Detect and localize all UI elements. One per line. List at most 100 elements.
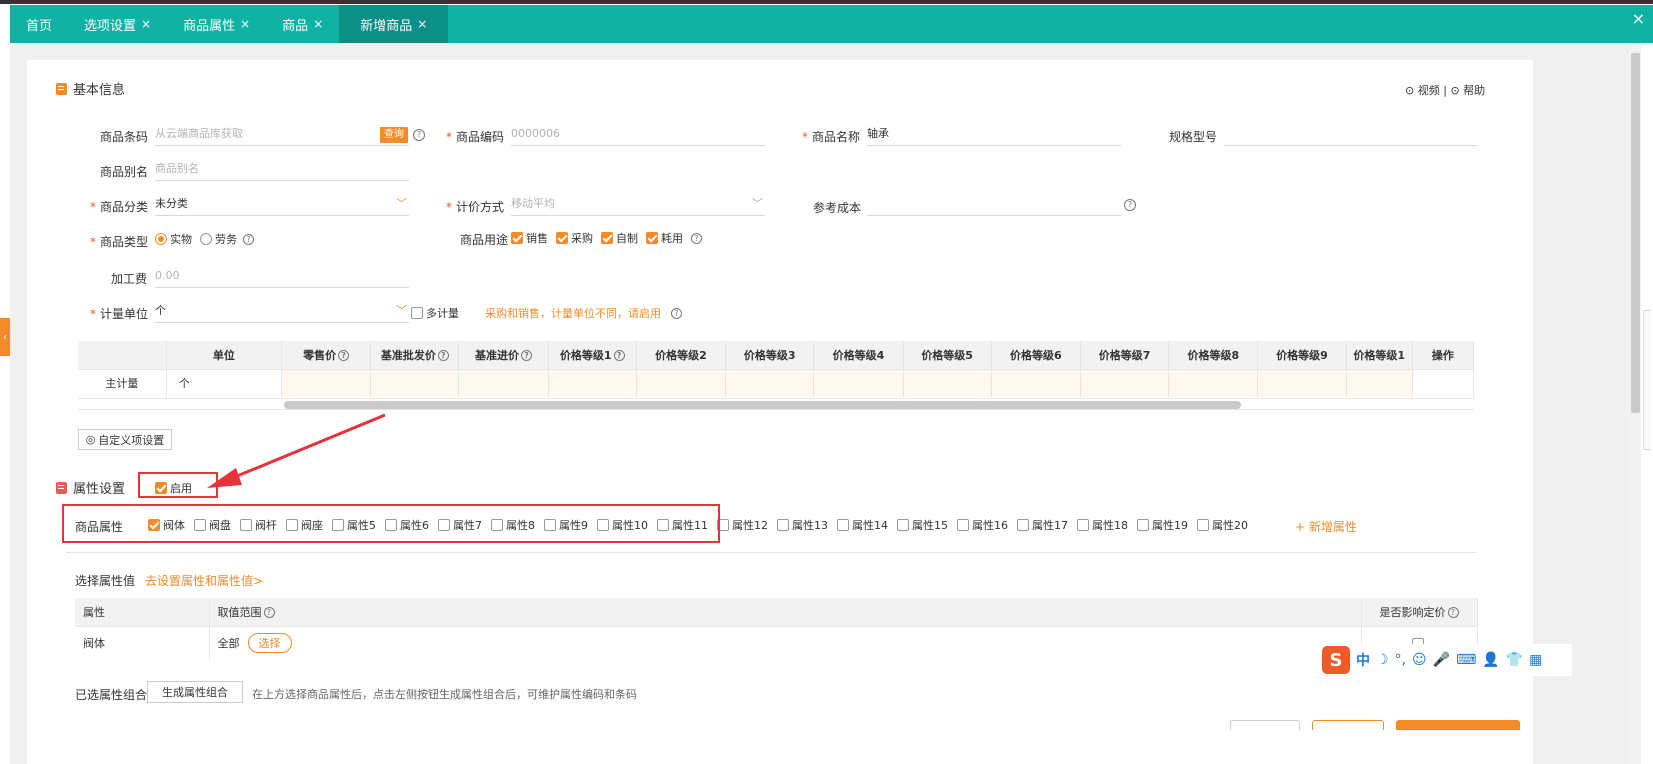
checkbox-label: 耗用 xyxy=(661,232,683,245)
help-icon[interactable]: ? xyxy=(437,350,449,362)
punctuation-icon[interactable]: °, xyxy=(1395,652,1406,668)
close-icon[interactable]: × xyxy=(240,17,250,31)
price-cell[interactable] xyxy=(1168,368,1259,397)
attr-settings-header: 属性设置 xyxy=(56,478,125,497)
category-select[interactable]: 未分类 ﹀ xyxy=(155,194,409,216)
code-input[interactable]: 0000006 xyxy=(511,124,765,146)
side-panel-handle[interactable] xyxy=(1643,310,1651,450)
scrollbar-thumb[interactable] xyxy=(1631,53,1640,413)
help-icon[interactable]: ? xyxy=(243,233,254,245)
footer-primary-button[interactable] xyxy=(1396,720,1520,730)
price-cell[interactable] xyxy=(370,368,460,397)
price-cell[interactable] xyxy=(903,368,992,397)
checkbox-unchecked-icon xyxy=(957,519,969,531)
footer-button[interactable] xyxy=(1312,720,1384,730)
document-icon xyxy=(56,82,67,95)
attr-checkbox-item[interactable]: 属性14 xyxy=(837,517,888,533)
barcode-input[interactable]: 从云端商品库获取 xyxy=(155,124,409,146)
moon-icon[interactable]: ☽ xyxy=(1376,652,1389,668)
mic-icon[interactable]: 🎤 xyxy=(1433,652,1450,668)
help-icon[interactable]: ? xyxy=(613,350,625,362)
alias-input[interactable]: 商品别名 xyxy=(155,159,409,181)
col-action: 操作 xyxy=(1412,341,1475,369)
price-cell[interactable] xyxy=(991,368,1081,397)
attr-checkbox-item[interactable]: 属性18 xyxy=(1077,517,1128,533)
add-attr-link[interactable]: + 新增属性 xyxy=(1295,518,1357,535)
custom-fields-button[interactable]: ◎ 自定义项设置 xyxy=(78,429,172,450)
price-cell[interactable] xyxy=(813,368,904,397)
help-icon[interactable]: ? xyxy=(263,607,275,619)
help-icon[interactable]: ? xyxy=(691,232,702,244)
video-link[interactable]: ⊙ 视频 xyxy=(1405,84,1440,97)
goto-attr-settings-link[interactable]: 去设置属性和属性值> xyxy=(145,572,263,589)
help-icon[interactable]: ? xyxy=(521,350,533,362)
price-cell[interactable] xyxy=(458,368,549,397)
sogou-logo-icon[interactable]: S xyxy=(1322,646,1350,674)
tab-goods[interactable]: 商品 × xyxy=(266,5,339,43)
help-icon[interactable]: ? xyxy=(1447,607,1459,619)
row-unit: 个 xyxy=(166,368,283,397)
help-icon[interactable]: ? xyxy=(338,350,350,362)
help-icon[interactable]: ? xyxy=(671,307,682,319)
price-cell[interactable] xyxy=(725,368,815,397)
price-cell[interactable] xyxy=(281,368,372,397)
price-cell[interactable] xyxy=(1346,368,1413,397)
tab-new-goods[interactable]: 新增商品 × xyxy=(339,5,449,43)
action-cell[interactable] xyxy=(1412,368,1475,397)
attr-checkbox-item[interactable]: 属性17 xyxy=(1017,517,1068,533)
emoji-icon[interactable]: ☺ xyxy=(1412,652,1427,668)
shirt-icon[interactable]: 👕 xyxy=(1506,652,1523,668)
close-icon[interactable]: × xyxy=(313,17,323,31)
footer-button[interactable] xyxy=(1230,720,1300,730)
attr-checkbox-item[interactable]: 属性12 xyxy=(717,517,768,533)
help-link[interactable]: ⊙ 帮助 xyxy=(1450,84,1485,97)
close-icon[interactable]: × xyxy=(141,17,151,31)
close-icon[interactable]: × xyxy=(417,17,427,31)
spec-input[interactable] xyxy=(1224,124,1478,146)
multi-unit-toggle[interactable]: 多计量 xyxy=(411,305,459,321)
attr-checkbox-item[interactable]: 属性16 xyxy=(957,517,1008,533)
col-unit: 单位 xyxy=(166,341,283,369)
tab-options[interactable]: 选项设置 × xyxy=(68,5,167,43)
row-label: 主计量 xyxy=(78,368,167,397)
tab-label: 首页 xyxy=(26,18,53,34)
unit-value: 个 xyxy=(155,304,166,317)
checkbox-label: 采购 xyxy=(571,232,593,245)
usage-purchase[interactable]: 采购 xyxy=(556,230,593,246)
ime-lang-icon[interactable]: 中 xyxy=(1356,650,1370,670)
attr-checkbox-item[interactable]: 属性20 xyxy=(1197,517,1248,533)
pricing-select[interactable]: 移动平均 ﹀ xyxy=(511,194,765,216)
radio-service[interactable]: 劳务? xyxy=(200,231,254,247)
usage-sales[interactable]: 销售 xyxy=(511,230,548,246)
window-close-icon[interactable]: × xyxy=(1632,9,1645,28)
person-icon[interactable]: 👤 xyxy=(1482,652,1499,668)
generate-combo-button[interactable]: 生成属性组合 xyxy=(147,681,243,703)
price-cell[interactable] xyxy=(636,368,727,397)
horizontal-scrollbar[interactable] xyxy=(78,398,1474,410)
keyboard-icon[interactable]: ⌨ xyxy=(1456,652,1476,668)
price-cell[interactable] xyxy=(1257,368,1347,397)
attr-checkbox-item[interactable]: 属性15 xyxy=(897,517,948,533)
tab-home[interactable]: 首页 xyxy=(10,5,68,43)
usage-consume[interactable]: 耗用? xyxy=(646,230,702,246)
help-icon[interactable]: ? xyxy=(1124,199,1136,211)
refcost-input[interactable] xyxy=(867,194,1121,216)
select-button[interactable]: 选择 xyxy=(247,633,292,654)
grid-icon[interactable]: ▦ xyxy=(1529,652,1542,668)
collapse-left-icon[interactable]: ‹ xyxy=(0,318,10,356)
checkbox-checked-icon xyxy=(646,232,658,244)
usage-selfmade[interactable]: 自制 xyxy=(601,230,638,246)
vertical-scrollbar[interactable] xyxy=(1630,43,1641,764)
unit-select[interactable]: 个 ﹀ xyxy=(155,301,409,323)
scrollbar-thumb[interactable] xyxy=(284,401,1241,409)
radio-physical[interactable]: 实物 xyxy=(155,231,192,247)
name-input[interactable]: 轴承 xyxy=(867,124,1121,146)
tab-goods-attr[interactable]: 商品属性 × xyxy=(167,5,266,43)
price-cell[interactable] xyxy=(548,368,637,397)
attr-checkbox-item[interactable]: 属性19 xyxy=(1137,517,1188,533)
fee-input[interactable]: 0.00 xyxy=(155,266,409,288)
attr-checkbox-item[interactable]: 属性13 xyxy=(777,517,828,533)
query-button[interactable]: 查询 xyxy=(380,127,408,143)
help-icon[interactable]: ? xyxy=(413,129,425,141)
price-cell[interactable] xyxy=(1080,368,1170,397)
